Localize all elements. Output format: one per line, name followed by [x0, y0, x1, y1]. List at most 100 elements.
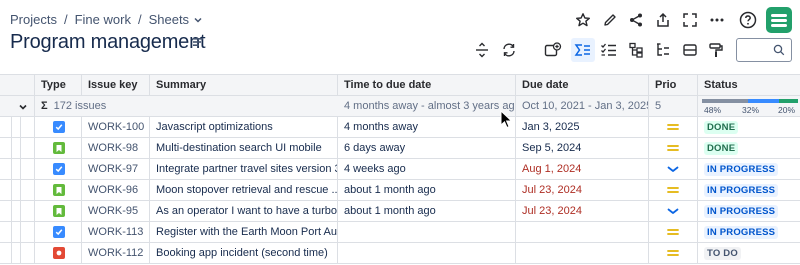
- status-badge[interactable]: IN PROGRESS: [704, 204, 779, 218]
- column-header-time-to-due[interactable]: Time to due date: [338, 75, 516, 95]
- cell-prio[interactable]: [649, 117, 698, 137]
- cell-issue-key[interactable]: WORK-95: [82, 201, 150, 221]
- cell-due-date[interactable]: Aug 1, 2024: [516, 159, 649, 179]
- status-badge[interactable]: DONE: [704, 120, 739, 134]
- cell-type[interactable]: [35, 117, 82, 137]
- cell-time-to-due[interactable]: [338, 222, 516, 242]
- status-badge[interactable]: IN PROGRESS: [704, 183, 779, 197]
- cell-time-to-due[interactable]: 6 days away: [338, 138, 516, 158]
- status-distribution: 48% 32% 20%: [698, 96, 800, 116]
- cell-due-date[interactable]: Jul 23, 2024: [516, 180, 649, 200]
- cell-summary[interactable]: Register with the Earth Moon Port Au...: [150, 222, 338, 242]
- cell-summary[interactable]: Integrate partner travel sites version 3: [150, 159, 338, 179]
- more-icon[interactable]: [705, 8, 729, 32]
- table-row[interactable]: WORK-97 Integrate partner travel sites ve…: [0, 159, 800, 180]
- breadcrumb-projects[interactable]: Projects: [10, 12, 57, 27]
- page-title: Program management: [10, 31, 206, 53]
- table-row[interactable]: WORK-96 Moon stopover retrieval and rescu…: [0, 180, 800, 201]
- cell-due-date[interactable]: Jan 3, 2025: [516, 117, 649, 137]
- priority-medium-icon: [667, 122, 679, 132]
- cell-type[interactable]: [35, 180, 82, 200]
- chevron-down-icon[interactable]: [193, 15, 203, 25]
- table-row[interactable]: WORK-98 Multi-destination search UI mobil…: [0, 138, 800, 159]
- cell-prio[interactable]: [649, 201, 698, 221]
- status-badge[interactable]: DONE: [704, 141, 739, 155]
- checklist-icon[interactable]: [597, 38, 621, 62]
- cell-status[interactable]: DONE: [698, 138, 800, 158]
- cell-summary[interactable]: As an operator I want to have a turbo...: [150, 201, 338, 221]
- breadcrumb-sheets[interactable]: Sheets: [149, 12, 189, 27]
- share-icon[interactable]: [624, 8, 648, 32]
- table-row[interactable]: WORK-95 As an operator I want to have a t…: [0, 201, 800, 222]
- cell-due-date[interactable]: [516, 222, 649, 242]
- column-header-prio[interactable]: Prio: [649, 75, 698, 95]
- star-icon[interactable]: [571, 8, 595, 32]
- paint-roller-icon[interactable]: [704, 38, 728, 62]
- cell-time-to-due[interactable]: about 1 month ago: [338, 201, 516, 221]
- column-header-status[interactable]: Status: [698, 75, 800, 95]
- search-icon: [773, 44, 785, 56]
- sum-icon[interactable]: [571, 38, 595, 62]
- cell-time-to-due[interactable]: about 1 month ago: [338, 180, 516, 200]
- cell-summary[interactable]: Moon stopover retrieval and rescue ...: [150, 180, 338, 200]
- cell-summary[interactable]: Multi-destination search UI mobile: [150, 138, 338, 158]
- cell-status[interactable]: IN PROGRESS: [698, 201, 800, 221]
- cell-type[interactable]: [35, 222, 82, 242]
- status-badge[interactable]: TO DO: [704, 246, 741, 260]
- cell-prio[interactable]: [649, 222, 698, 242]
- cell-status[interactable]: TO DO: [698, 243, 800, 263]
- title-menu-icon[interactable]: [192, 36, 204, 48]
- status-badge[interactable]: IN PROGRESS: [704, 225, 779, 239]
- cell-status[interactable]: IN PROGRESS: [698, 180, 800, 200]
- app-logo[interactable]: [766, 7, 792, 33]
- tree-icon[interactable]: [651, 38, 675, 62]
- export-icon[interactable]: [651, 8, 675, 32]
- cell-issue-key[interactable]: WORK-112: [82, 243, 150, 263]
- cell-type[interactable]: [35, 201, 82, 221]
- cell-issue-key[interactable]: WORK-100: [82, 117, 150, 137]
- cell-prio[interactable]: [649, 243, 698, 263]
- breadcrumb-fine-work[interactable]: Fine work: [75, 12, 131, 27]
- cell-prio[interactable]: [649, 180, 698, 200]
- cell-status[interactable]: IN PROGRESS: [698, 159, 800, 179]
- cell-time-to-due[interactable]: 4 weeks ago: [338, 159, 516, 179]
- cell-prio[interactable]: [649, 138, 698, 158]
- status-badge[interactable]: IN PROGRESS: [704, 162, 779, 176]
- breadcrumb-separator: /: [137, 12, 142, 27]
- cell-due-date[interactable]: Jul 23, 2024: [516, 201, 649, 221]
- cell-summary[interactable]: Javascript optimizations: [150, 117, 338, 137]
- cell-due-date[interactable]: [516, 243, 649, 263]
- cell-issue-key[interactable]: WORK-97: [82, 159, 150, 179]
- story-type-icon: [53, 205, 65, 217]
- cell-type[interactable]: [35, 159, 82, 179]
- cell-issue-key[interactable]: WORK-98: [82, 138, 150, 158]
- cell-type[interactable]: [35, 138, 82, 158]
- cell-issue-key[interactable]: WORK-113: [82, 222, 150, 242]
- table-row[interactable]: WORK-112 Booking app incident (second tim…: [0, 243, 800, 264]
- table-row[interactable]: WORK-113 Register with the Earth Moon Por…: [0, 222, 800, 243]
- cell-status[interactable]: IN PROGRESS: [698, 222, 800, 242]
- cell-issue-key[interactable]: WORK-96: [82, 180, 150, 200]
- card-icon[interactable]: [678, 38, 702, 62]
- help-icon[interactable]: [736, 8, 760, 32]
- cell-time-to-due[interactable]: [338, 243, 516, 263]
- row-height-icon[interactable]: [470, 38, 494, 62]
- cell-summary[interactable]: Booking app incident (second time): [150, 243, 338, 263]
- search-input[interactable]: [736, 38, 792, 62]
- cell-prio[interactable]: [649, 159, 698, 179]
- cell-status[interactable]: DONE: [698, 117, 800, 137]
- column-header-summary[interactable]: Summary: [150, 75, 338, 95]
- fullscreen-icon[interactable]: [678, 8, 702, 32]
- edit-icon[interactable]: [598, 8, 622, 32]
- hierarchy-icon[interactable]: [624, 38, 648, 62]
- refresh-icon[interactable]: [497, 38, 521, 62]
- column-header-type[interactable]: Type: [35, 75, 82, 95]
- cell-type[interactable]: [35, 243, 82, 263]
- cell-due-date[interactable]: Sep 5, 2024: [516, 138, 649, 158]
- cell-time-to-due[interactable]: 4 months away: [338, 117, 516, 137]
- column-header-key[interactable]: Issue key: [82, 75, 150, 95]
- chevron-down-icon[interactable]: [18, 102, 28, 112]
- column-header-due-date[interactable]: Due date: [516, 75, 649, 95]
- table-row[interactable]: WORK-100 Javascript optimizations 4 months…: [0, 117, 800, 138]
- add-view-icon[interactable]: [541, 38, 565, 62]
